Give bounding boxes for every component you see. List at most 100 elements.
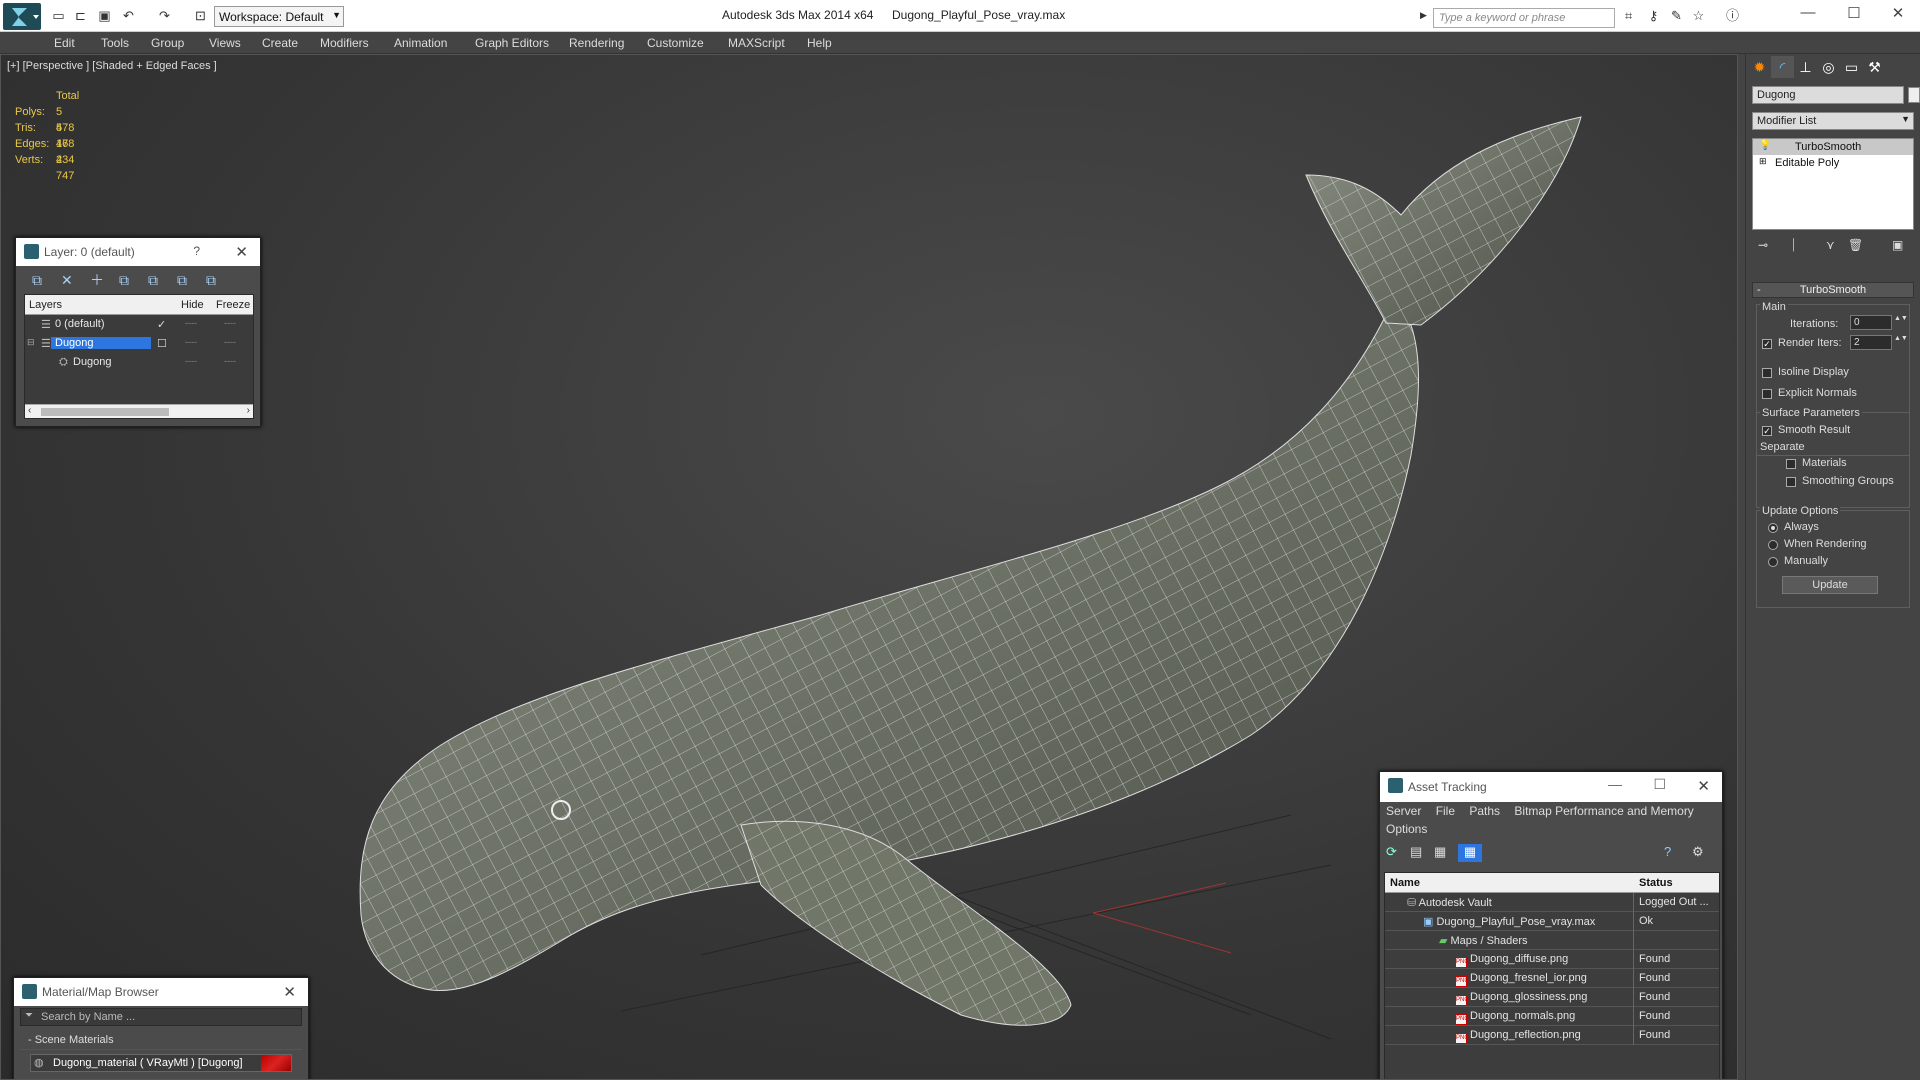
update-manually-radio[interactable] [1768,557,1778,567]
remove-modifier-icon[interactable]: 🗑 [1848,238,1863,252]
col-hide[interactable]: Hide [181,299,204,311]
binoculars-icon[interactable]: ⌗ [1620,7,1637,24]
iterations-spinner[interactable]: 0 [1850,315,1892,330]
menu-options[interactable]: Options [1386,822,1427,836]
render-iters-spinner[interactable]: 2 [1850,335,1892,350]
menu-rendering[interactable]: Rendering [569,36,624,50]
material-item[interactable]: ◍ Dugong_material ( VRayMtl ) [Dugong] [30,1054,292,1072]
filter-icon[interactable]: ⏷ [25,1010,33,1021]
list-view-icon[interactable]: ▤ [1410,844,1434,862]
menu-views[interactable]: Views [209,36,241,50]
utilities-tab-icon[interactable]: ⚒ [1863,56,1886,78]
open-file-icon[interactable]: ⊏ [72,7,89,24]
layer-row[interactable]: ⊟ ☰ Dugong ☐ ---- ---- [25,334,253,353]
delete-layer-icon[interactable]: ✕ [61,272,90,289]
settings-icon[interactable]: ⚙ [1692,844,1716,862]
table-row[interactable]: PNGDugong_reflection.png Found [1385,1026,1719,1045]
close-icon[interactable]: ✕ [1878,4,1918,26]
menu-tools[interactable]: Tools [101,36,129,50]
col-freeze[interactable]: Freeze [216,299,250,311]
scene-materials-section[interactable]: - Scene Materials [20,1032,302,1050]
layer-row[interactable]: ☰ 0 (default) ✓ ---- ---- [25,315,253,334]
maximize-icon[interactable]: ☐ [1653,776,1666,793]
scroll-right-icon[interactable]: › [247,405,250,416]
col-layers[interactable]: Layers [29,299,62,311]
close-icon[interactable]: ✕ [283,983,296,1001]
menu-group[interactable]: Group [151,36,184,50]
col-status[interactable]: Status [1639,877,1673,889]
show-end-result-icon[interactable]: ⏐ [1790,238,1797,253]
key-icon[interactable]: ⚷ [1645,7,1662,24]
material-browser-header[interactable]: Material/Map Browser ✕ [14,978,308,1006]
minimize-icon[interactable]: — [1608,776,1622,792]
col-name[interactable]: Name [1390,877,1420,889]
active-layer-check-icon[interactable]: ✓ [157,318,166,331]
close-icon[interactable]: ✕ [235,243,248,261]
display-tab-icon[interactable]: ▭ [1840,56,1863,78]
expand-icon[interactable]: ⊞ [1759,156,1767,167]
menu-file[interactable]: File [1436,804,1455,818]
freeze-toggle[interactable]: ---- [224,318,236,328]
layer-panel-header[interactable]: Layer: 0 (default) ? ✕ [16,238,260,266]
modifier-list-dropdown[interactable]: Modifier List ▼ [1752,112,1914,130]
highlight-layer-icon[interactable]: ⧉ [148,272,177,289]
help-icon[interactable]: ⓘ [1724,7,1741,24]
menu-paths[interactable]: Paths [1469,804,1500,818]
minimize-icon[interactable]: — [1788,4,1828,26]
update-always-radio[interactable] [1768,523,1778,533]
make-unique-icon[interactable]: ⋎ [1826,238,1835,252]
stack-item-editable-poly[interactable]: ⊞ Editable Poly [1753,155,1913,171]
expand-search-icon[interactable]: ▶ [1420,10,1427,21]
object-color-swatch[interactable] [1908,87,1920,103]
table-row[interactable]: PNGDugong_diffuse.png Found [1385,950,1719,969]
separate-materials-checkbox[interactable] [1786,459,1796,469]
smooth-result-checkbox[interactable]: ✓ [1762,426,1772,436]
menu-bitmap-performance[interactable]: Bitmap Performance and Memory [1514,804,1693,818]
menu-help[interactable]: Help [807,36,832,50]
collapse-icon[interactable]: ⊟ [27,337,35,348]
menu-create[interactable]: Create [262,36,298,50]
app-logo-icon[interactable] [3,3,41,30]
hierarchy-tab-icon[interactable]: ⊥ [1794,56,1817,78]
search-input[interactable]: Type a keyword or phrase [1433,8,1615,28]
workspace-dropdown[interactable]: Workspace: Default ▼ [214,6,344,27]
motion-tab-icon[interactable]: ◎ [1817,56,1840,78]
help-icon[interactable]: ? [193,244,200,258]
hide-toggle[interactable]: ---- [185,318,197,328]
menu-server[interactable]: Server [1386,804,1421,818]
new-file-icon[interactable]: ▭ [50,7,67,24]
menu-customize[interactable]: Customize [647,36,704,50]
undo-icon[interactable]: ↶ [120,7,137,24]
favorites-star-icon[interactable]: ☆ [1690,7,1707,24]
isoline-display-checkbox[interactable] [1762,368,1772,378]
asset-tracking-header[interactable]: Asset Tracking — ☐ ✕ [1380,772,1722,802]
menu-edit[interactable]: Edit [54,36,75,50]
maximize-icon[interactable]: ☐ [1834,4,1874,26]
table-row[interactable]: PNGDugong_fresnel_ior.png Found [1385,969,1719,988]
spinner-arrows-icon[interactable]: ▲▼ [1894,335,1908,342]
spinner-arrows-icon[interactable]: ▲▼ [1894,315,1908,322]
freeze-toggle[interactable]: ---- [224,356,236,366]
close-icon[interactable]: ✕ [1697,777,1710,795]
separate-smoothing-groups-checkbox[interactable] [1786,477,1796,487]
create-layer-icon[interactable]: ⧉ [32,272,61,289]
explicit-normals-checkbox[interactable] [1762,389,1772,399]
select-layer-icon[interactable]: ⧉ [119,272,148,289]
hide-toggle[interactable]: ---- [185,356,197,366]
table-row[interactable]: ⛁ Autodesk Vault Logged Out ... [1385,893,1719,912]
table-row[interactable]: PNGDugong_glossiness.png Found [1385,988,1719,1007]
freeze-all-icon[interactable]: ⧉ [206,272,235,289]
menu-graph-editors[interactable]: Graph Editors [475,36,549,50]
add-to-layer-icon[interactable]: ＋ [90,270,119,290]
table-row[interactable]: ▣ Dugong_Playful_Pose_vray.max Ok [1385,912,1719,931]
communication-icon[interactable]: ✎ [1668,7,1685,24]
help-icon[interactable]: ? [1664,844,1688,862]
menu-maxscript[interactable]: MAXScript [728,36,785,50]
freeze-toggle[interactable]: ---- [224,337,236,347]
hide-all-icon[interactable]: ⧉ [177,272,206,289]
scroll-left-icon[interactable]: ‹ [28,405,31,416]
stack-item-turbosmooth[interactable]: 💡 TurboSmooth [1753,139,1913,155]
hide-toggle[interactable]: ---- [185,337,197,347]
save-file-icon[interactable]: ▣ [96,7,113,24]
set-active-box-icon[interactable]: ☐ [157,337,167,350]
